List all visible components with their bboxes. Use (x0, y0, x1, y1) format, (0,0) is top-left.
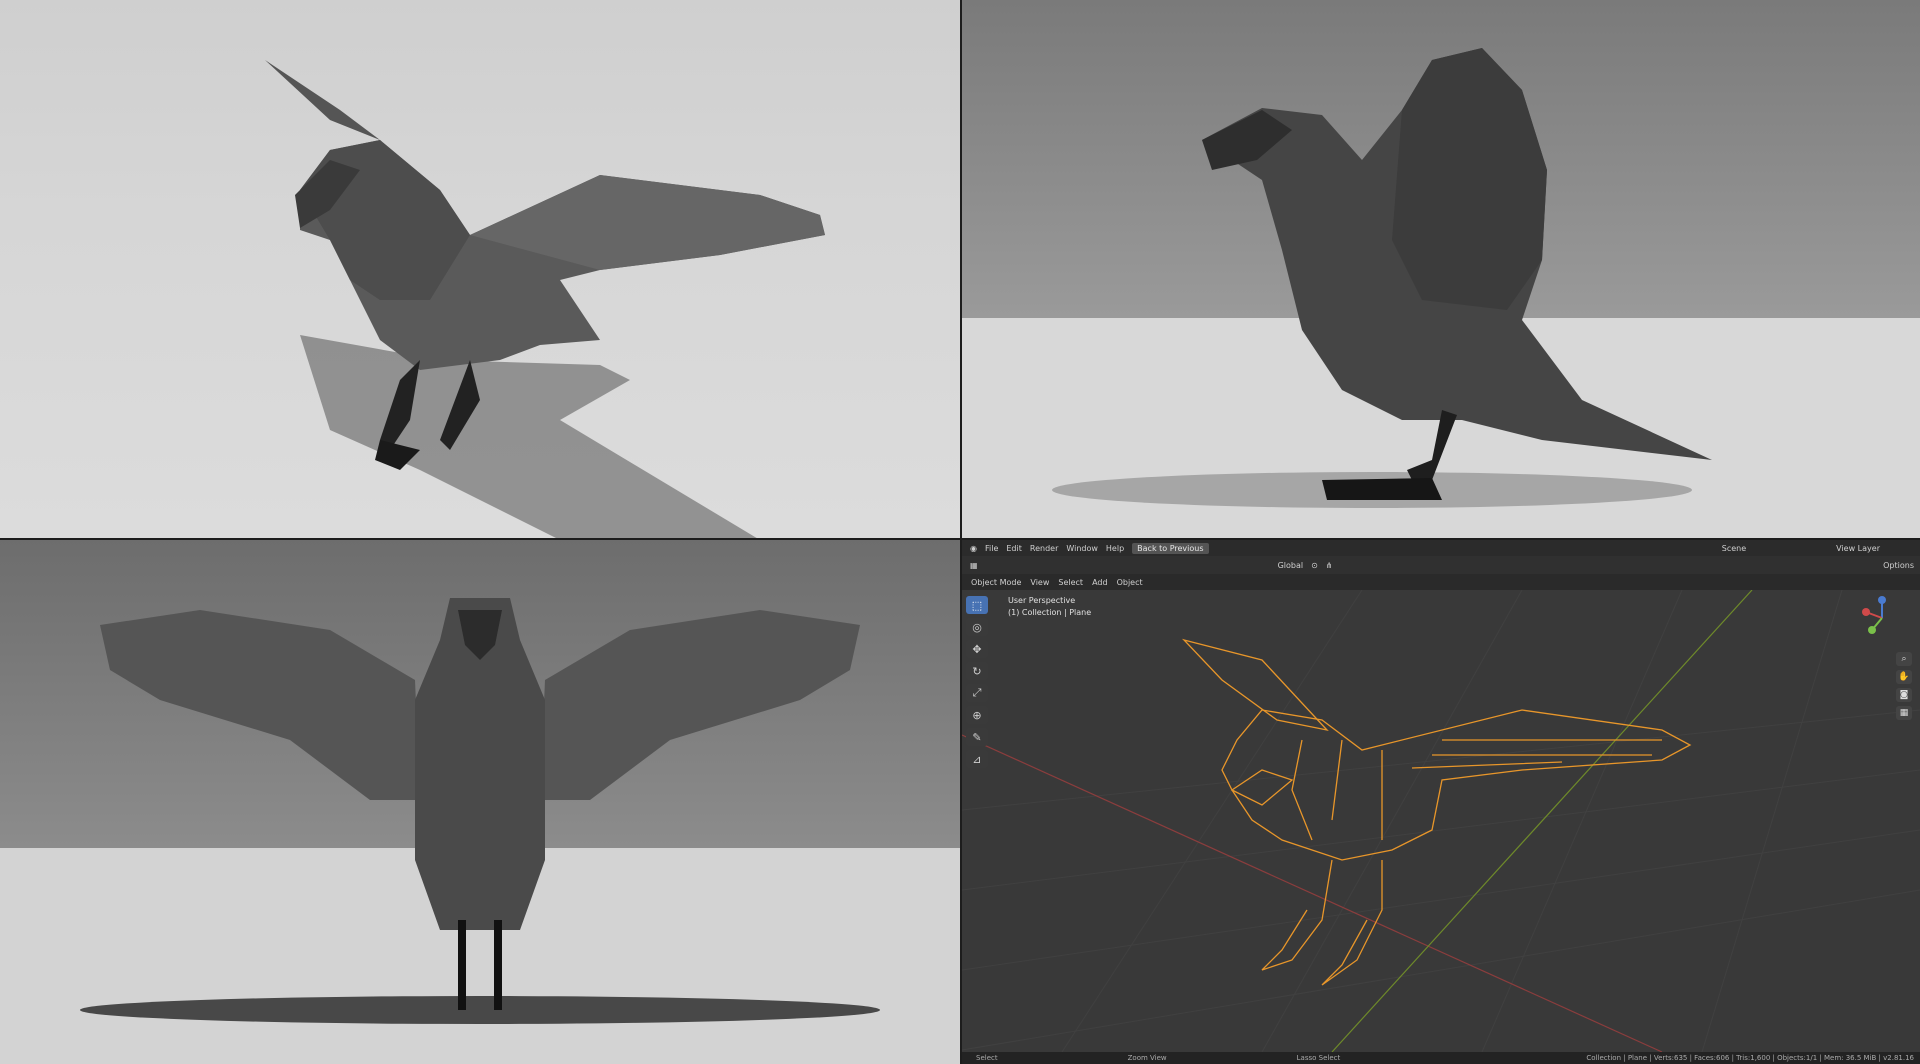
perspective-label: User Perspective (1008, 596, 1076, 605)
status-lasso: Lasso Select (1296, 1054, 1341, 1062)
viewport-info: User Perspective (1) Collection | Plane (1008, 595, 1091, 619)
crow-render-1 (265, 60, 825, 538)
collection-label: (1) Collection | Plane (1008, 608, 1092, 617)
annotate-icon[interactable]: ✎ (966, 728, 988, 746)
menu-file[interactable]: File (985, 544, 998, 553)
navigation-gizmo-icon[interactable] (1858, 594, 1906, 642)
status-bar: Select Zoom View Lasso Select Collection… (962, 1052, 1920, 1064)
crow-render-3 (0, 540, 960, 1064)
menu-select[interactable]: Select (1058, 578, 1083, 587)
render-collage: ◉ File Edit Render Window Help Back to P… (0, 0, 1920, 1064)
editor-type-icon[interactable]: ▦ (970, 561, 978, 570)
view-layer-selector[interactable]: View Layer (1836, 544, 1880, 553)
status-stats: Collection | Plane | Verts:635 | Faces:6… (1586, 1054, 1914, 1062)
scale-icon[interactable]: ⤢ (966, 684, 988, 702)
options-dropdown[interactable]: Options (1883, 561, 1914, 570)
3d-viewport[interactable] (962, 590, 1920, 1052)
tool-settings-header: ▦ Global ⊙ ⋔ Options (962, 556, 1920, 574)
back-to-previous-button[interactable]: Back to Previous (1132, 542, 1209, 554)
viewport-header: Object Mode View Select Add Object (962, 574, 1920, 590)
rotate-icon[interactable]: ↻ (966, 662, 988, 680)
render-view-three-quarter (0, 0, 960, 538)
select-box-icon[interactable]: ⬚ (966, 596, 988, 614)
crow-render-2 (962, 0, 1920, 538)
menu-object[interactable]: Object (1117, 578, 1143, 587)
pivot-icon[interactable]: ⊙ (1311, 561, 1318, 570)
menu-window[interactable]: Window (1066, 544, 1098, 553)
grid-icon[interactable]: ▦ (1896, 706, 1912, 720)
menu-help[interactable]: Help (1106, 544, 1124, 553)
transform-icon[interactable]: ⊕ (966, 706, 988, 724)
menu-add[interactable]: Add (1092, 578, 1108, 587)
menu-view[interactable]: View (1030, 578, 1049, 587)
menu-edit[interactable]: Edit (1006, 544, 1022, 553)
render-view-front (0, 540, 960, 1064)
transform-orientation-dropdown[interactable]: Global (1278, 561, 1304, 570)
status-zoom: Zoom View (1127, 1054, 1167, 1062)
render-view-side (962, 0, 1920, 538)
object-mode-dropdown[interactable]: Object Mode (971, 578, 1021, 587)
blender-window: ◉ File Edit Render Window Help Back to P… (962, 540, 1920, 1064)
blender-topbar: ◉ File Edit Render Window Help Back to P… (962, 540, 1920, 556)
cursor-icon[interactable]: ◎ (966, 618, 988, 636)
camera-icon[interactable]: ◙ (1896, 688, 1912, 702)
hand-icon[interactable]: ✋ (1896, 670, 1912, 684)
status-select: Select (976, 1054, 998, 1062)
menu-render[interactable]: Render (1030, 544, 1058, 553)
measure-icon[interactable]: ⊿ (966, 750, 988, 768)
blender-logo-icon[interactable]: ◉ (970, 544, 977, 553)
scene-selector[interactable]: Scene (1722, 544, 1746, 553)
snap-icon[interactable]: ⋔ (1326, 561, 1333, 570)
zoom-icon[interactable]: ⌕ (1896, 652, 1912, 666)
tool-shelf: ⬚ ◎ ✥ ↻ ⤢ ⊕ ✎ ⊿ (966, 596, 992, 772)
move-icon[interactable]: ✥ (966, 640, 988, 658)
selected-crow-wireframe (1181, 638, 1692, 986)
